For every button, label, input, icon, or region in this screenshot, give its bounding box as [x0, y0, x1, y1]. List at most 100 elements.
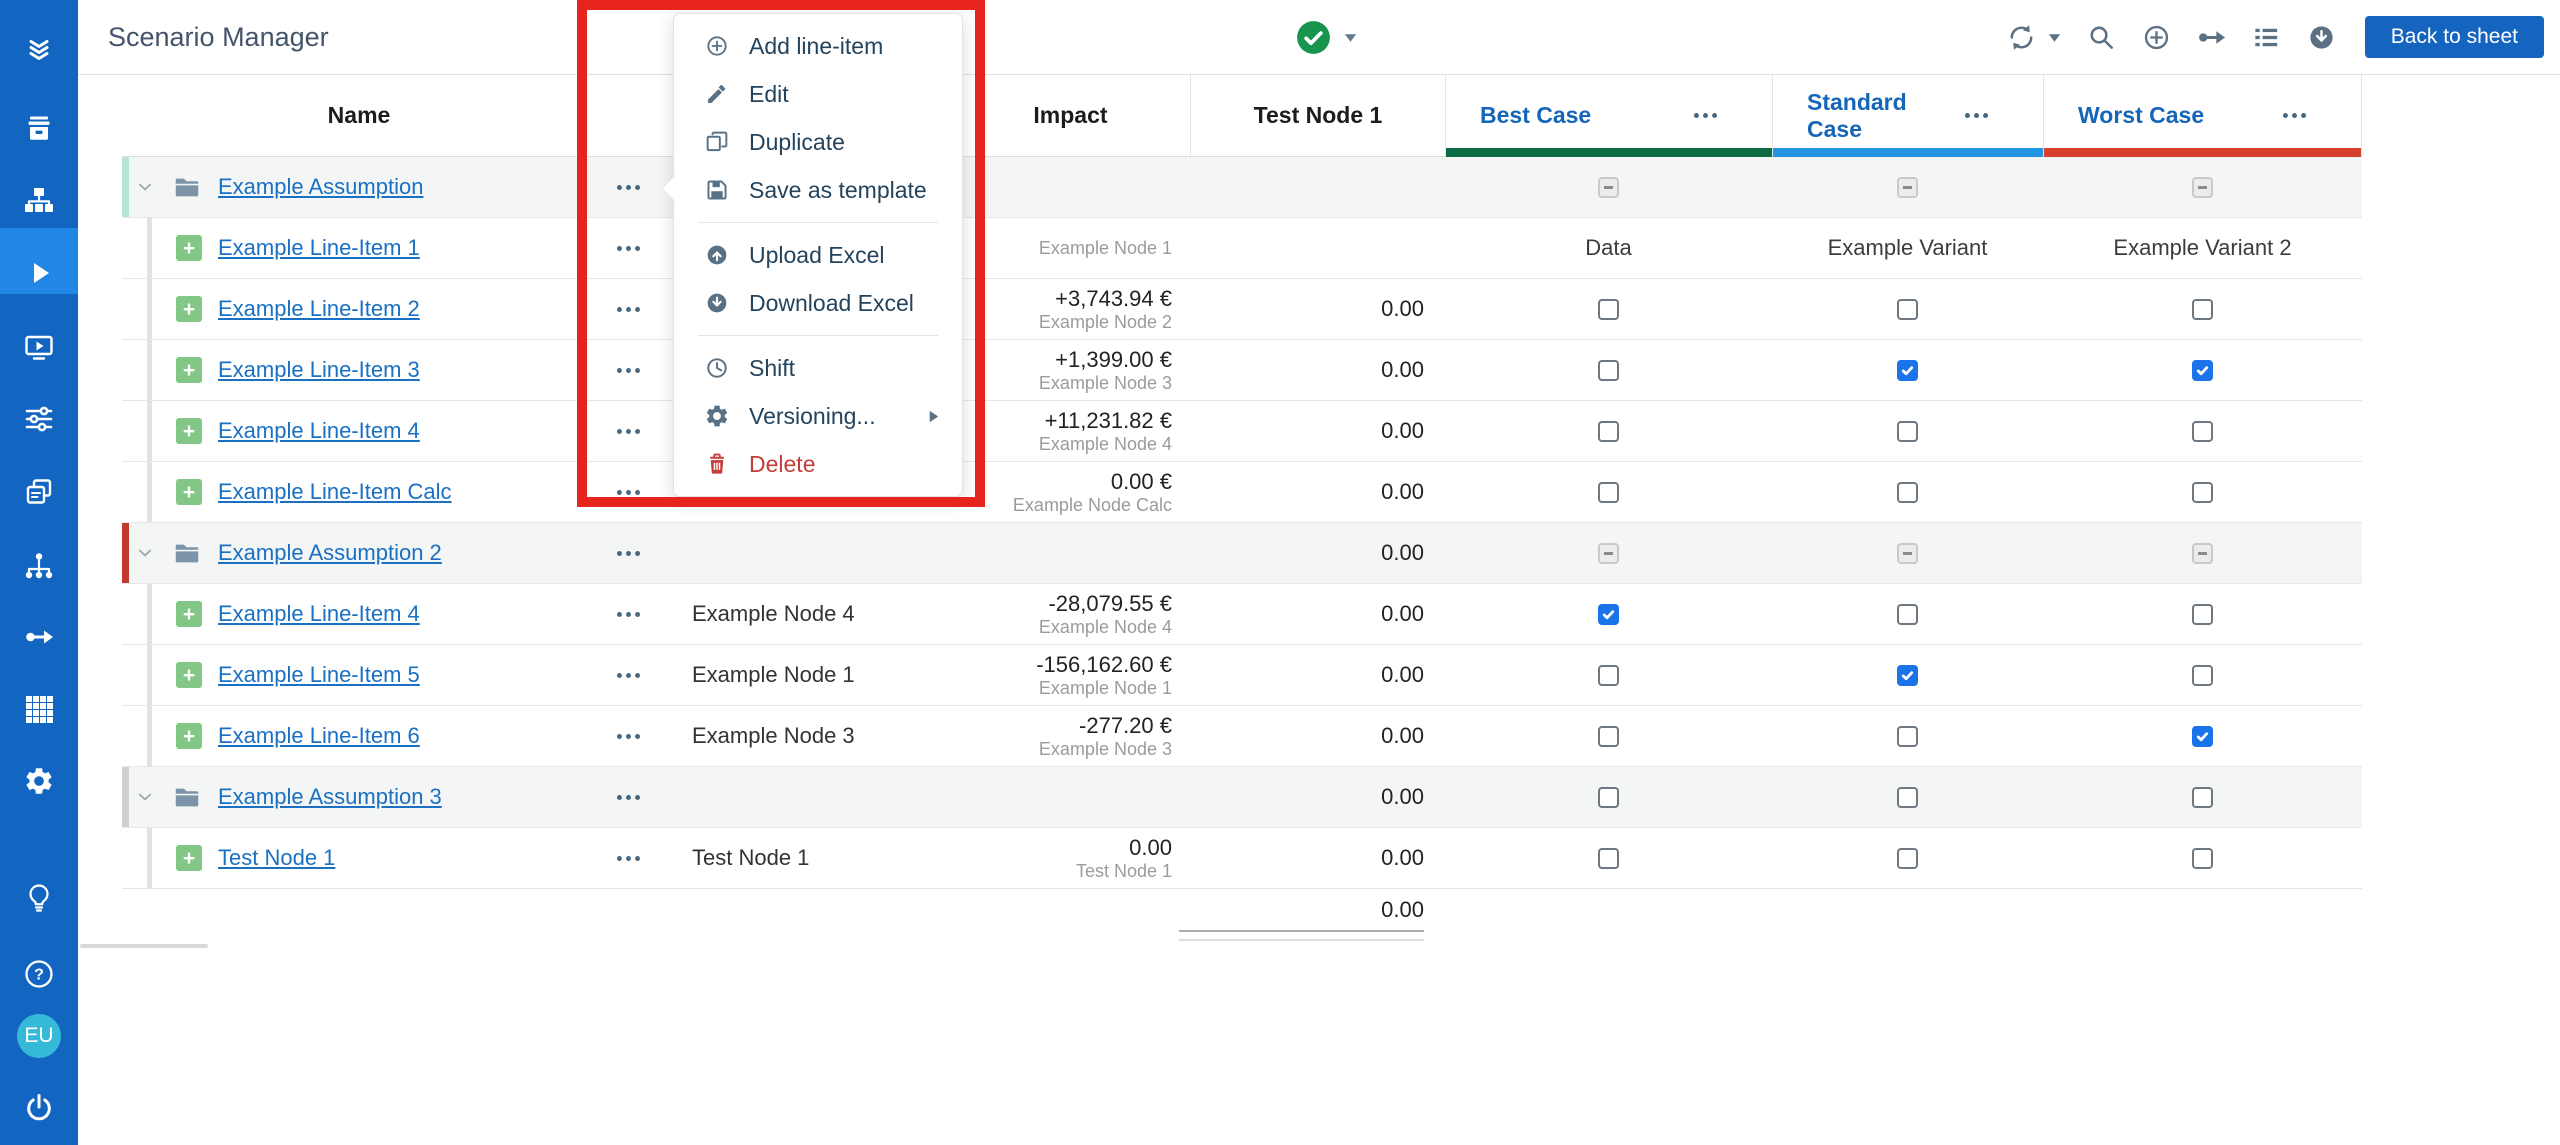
scenario-menu-dots[interactable] [2280, 101, 2309, 130]
sidebar-item-help[interactable]: ? [0, 946, 78, 1002]
avatar[interactable]: EU [0, 1008, 78, 1064]
sidebar-item-org-chart[interactable] [0, 172, 78, 228]
row-menu-dots[interactable] [614, 173, 643, 202]
sidebar-item-layers-logo[interactable] [0, 22, 78, 78]
row-menu-dots[interactable] [614, 722, 643, 751]
assumption-link[interactable]: Example Assumption 2 [218, 540, 442, 566]
menu-item-upload-excel[interactable]: Upload Excel [674, 231, 962, 279]
sidebar-item-nodes-tree[interactable] [0, 538, 78, 594]
sidebar-item-sliders[interactable] [0, 391, 78, 447]
scenario-checkbox-unchecked[interactable] [1897, 482, 1918, 503]
row-menu-dots[interactable] [614, 234, 643, 263]
sidebar-item-play[interactable] [0, 245, 78, 301]
row-menu-dots[interactable] [614, 661, 643, 690]
back-to-sheet-button[interactable]: Back to sheet [2365, 16, 2544, 58]
sidebar-item-pages[interactable] [0, 464, 78, 520]
chevron-down-icon[interactable] [134, 176, 156, 198]
scenario-checkbox-unchecked[interactable] [1897, 421, 1918, 442]
line-item-link[interactable]: Test Node 1 [218, 845, 335, 871]
refresh-icon[interactable] [2006, 22, 2037, 53]
scenario-checkbox-unchecked[interactable] [1598, 665, 1619, 686]
scenario-checkbox-indeterminate[interactable] [1897, 543, 1918, 564]
scenario-checkbox-unchecked[interactable] [1897, 726, 1918, 747]
assumption-link[interactable]: Example Assumption 3 [218, 784, 442, 810]
sidebar-item-grid[interactable] [0, 681, 78, 737]
scenario-checkbox-indeterminate[interactable] [1598, 543, 1619, 564]
scenario-checkbox-unchecked[interactable] [2192, 482, 2213, 503]
row-menu-dots[interactable] [614, 539, 643, 568]
chevron-down-icon[interactable] [134, 542, 156, 564]
scenario-checkbox-unchecked[interactable] [1598, 360, 1619, 381]
scenario-label[interactable]: Best Case [1480, 102, 1591, 129]
scenario-checkbox-checked[interactable] [1897, 665, 1918, 686]
sidebar-item-archive[interactable] [0, 100, 78, 156]
scenario-menu-dots[interactable] [1962, 101, 1991, 130]
scenario-checkbox-unchecked[interactable] [2192, 299, 2213, 320]
assumption-link[interactable]: Example Assumption [218, 174, 423, 200]
sidebar-item-video-play[interactable] [0, 319, 78, 375]
scenario-checkbox-indeterminate[interactable] [2192, 177, 2213, 198]
line-item-link[interactable]: Example Line-Item 5 [218, 662, 420, 688]
scenario-checkbox-unchecked[interactable] [2192, 421, 2213, 442]
scenario-label[interactable]: Standard Case [1807, 89, 1962, 143]
menu-item-delete[interactable]: Delete [674, 440, 962, 488]
menu-item-duplicate[interactable]: Duplicate [674, 118, 962, 166]
row-menu-dots[interactable] [614, 356, 643, 385]
row-menu-dots[interactable] [614, 295, 643, 324]
scenario-checkbox-checked[interactable] [2192, 360, 2213, 381]
row-menu-dots[interactable] [614, 478, 643, 507]
flow-arrow-icon[interactable] [2196, 22, 2227, 53]
row-menu-dots[interactable] [614, 783, 643, 812]
scenario-checkbox-checked[interactable] [1897, 360, 1918, 381]
menu-item-save-as-template[interactable]: Save as template [674, 166, 962, 214]
row-menu-dots[interactable] [614, 417, 643, 446]
sidebar-item-flow-arrow[interactable] [0, 609, 78, 665]
scenario-checkbox-indeterminate[interactable] [1598, 177, 1619, 198]
scenario-checkbox-checked[interactable] [2192, 726, 2213, 747]
menu-item-edit[interactable]: Edit [674, 70, 962, 118]
scenario-checkbox-unchecked[interactable] [1897, 787, 1918, 808]
scenario-checkbox-unchecked[interactable] [1598, 726, 1619, 747]
sidebar-item-bulb[interactable] [0, 869, 78, 925]
scenario-menu-dots[interactable] [1691, 101, 1720, 130]
menu-item-shift[interactable]: Shift [674, 344, 962, 392]
line-item-link[interactable]: Example Line-Item 2 [218, 296, 420, 322]
scenario-checkbox-unchecked[interactable] [1598, 421, 1619, 442]
download-circle-icon[interactable] [2306, 22, 2337, 53]
row-menu-dots[interactable] [614, 600, 643, 629]
search-icon[interactable] [2086, 22, 2117, 53]
plus-circle-icon[interactable] [2141, 22, 2172, 53]
scenario-checkbox-unchecked[interactable] [1897, 848, 1918, 869]
scenario-checkbox-unchecked[interactable] [1598, 299, 1619, 320]
scenario-checkbox-unchecked[interactable] [1598, 787, 1619, 808]
row-menu-dots[interactable] [614, 844, 643, 873]
line-item-link[interactable]: Example Line-Item Calc [218, 479, 452, 505]
menu-item-add-line-item[interactable]: Add line-item [674, 22, 962, 70]
horizontal-scrollbar-thumb[interactable] [80, 944, 208, 948]
scenario-checkbox-unchecked[interactable] [1598, 848, 1619, 869]
menu-item-versioning[interactable]: Versioning... [674, 392, 962, 440]
scenario-checkbox-unchecked[interactable] [1897, 299, 1918, 320]
caret-down-icon[interactable] [2047, 22, 2062, 53]
menu-item-download-excel[interactable]: Download Excel [674, 279, 962, 327]
line-item-link[interactable]: Example Line-Item 4 [218, 418, 420, 444]
chevron-down-icon[interactable] [134, 786, 156, 808]
scenario-checkbox-unchecked[interactable] [2192, 665, 2213, 686]
scenario-checkbox-checked[interactable] [1598, 604, 1619, 625]
sidebar-item-gear[interactable] [0, 753, 78, 809]
scenario-checkbox-unchecked[interactable] [1897, 604, 1918, 625]
scenario-checkbox-unchecked[interactable] [2192, 787, 2213, 808]
sidebar-item-power[interactable] [0, 1080, 78, 1136]
scenario-label[interactable]: Worst Case [2078, 102, 2204, 129]
scenario-checkbox-unchecked[interactable] [2192, 848, 2213, 869]
line-item-link[interactable]: Example Line-Item 4 [218, 601, 420, 627]
scenario-checkbox-indeterminate[interactable] [2192, 543, 2213, 564]
line-item-link[interactable]: Example Line-Item 6 [218, 723, 420, 749]
scenario-checkbox-indeterminate[interactable] [1897, 177, 1918, 198]
line-item-link[interactable]: Example Line-Item 3 [218, 357, 420, 383]
status-dropdown[interactable] [1296, 0, 1358, 74]
scenario-checkbox-unchecked[interactable] [2192, 604, 2213, 625]
scenario-checkbox-unchecked[interactable] [1598, 482, 1619, 503]
list-icon[interactable] [2251, 22, 2282, 53]
line-item-link[interactable]: Example Line-Item 1 [218, 235, 420, 261]
